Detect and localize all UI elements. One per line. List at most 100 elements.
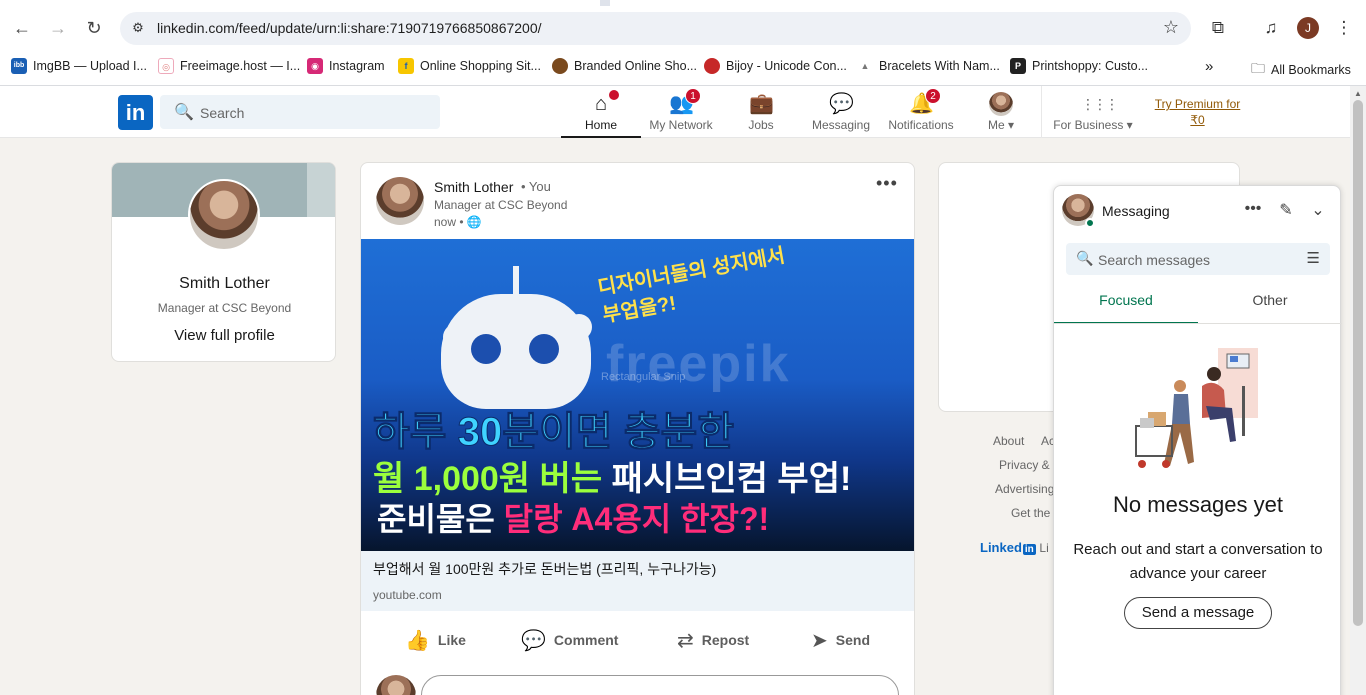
image-text-pink: 달랑 A4용지 한장?! (503, 501, 770, 537)
robot-antenna (513, 266, 529, 294)
site-info-icon[interactable]: ⚙ (129, 20, 147, 38)
nav-label: My Network (649, 118, 713, 132)
premium-price: ₹0 (1190, 113, 1205, 127)
nav-my-network[interactable]: 👥 1 My Network (641, 86, 721, 138)
printshoppy-icon: P (1010, 58, 1026, 74)
link-preview[interactable]: 부업해서 월 100만원 추가로 돈버는법 (프리픽, 누구나가능) youtu… (361, 551, 914, 611)
forward-icon[interactable]: → (46, 16, 70, 40)
search-icon: 🔍 (1076, 250, 1094, 266)
view-full-profile-link[interactable]: View full profile (112, 327, 335, 344)
filter-icon[interactable]: ☰ (1307, 249, 1320, 267)
link-title[interactable]: 부업해서 월 100만원 추가로 돈버는법 (프리픽, 누구나가능) (373, 559, 716, 579)
bookmarks-bar: ibb ImgBB — Upload I... ◎ Freeimage.host —… (0, 50, 1366, 86)
robot-eye (529, 334, 559, 364)
messaging-title[interactable]: Messaging (1102, 203, 1170, 219)
post-image[interactable]: 디자이너들의 성지에서 부업을?! freepik Rectangular Sn… (361, 239, 914, 551)
home-icon: ⌂ (589, 88, 621, 116)
browser-menu-icon[interactable]: ⋮ (1333, 18, 1355, 38)
bookmark-item[interactable]: ▲ Bracelets With Nam... (857, 58, 1000, 74)
comment-button[interactable]: 💬 Comment (521, 625, 618, 655)
search-messages-input[interactable]: 🔍 Search messages ☰ (1066, 243, 1330, 275)
post-time-text: now • (434, 215, 464, 229)
post-more-icon[interactable]: ••• (876, 173, 898, 194)
send-message-button[interactable]: Send a message (1124, 597, 1272, 629)
nav-jobs[interactable]: 💼 Jobs (721, 86, 801, 138)
bookmark-item[interactable]: f Online Shopping Sit... (398, 58, 541, 74)
more-bookmarks-chevron-icon[interactable]: » (1205, 58, 1213, 75)
link-domain: youtube.com (373, 588, 442, 602)
nav-notifications[interactable]: 🔔 2 Notifications (881, 86, 961, 138)
nav-label: Me (987, 118, 1005, 132)
address-bar[interactable]: ⚙ linkedin.com/feed/update/urn:li:share:… (120, 12, 1191, 45)
nav-divider (1041, 86, 1042, 138)
brand-shop-icon (552, 58, 568, 74)
chevron-down-icon: ▾ (1126, 118, 1133, 132)
footer-link-privacy[interactable]: Privacy & (999, 458, 1050, 472)
bookmark-star-icon[interactable]: ☆ (1163, 17, 1179, 38)
empty-state-title: No messages yet (1113, 492, 1283, 517)
post-author-name[interactable]: Smith Lother (434, 179, 513, 195)
post-timestamp: now • 🌐 (434, 215, 482, 229)
bookmark-item[interactable]: ◉ Instagram (307, 58, 385, 74)
image-headline-1: 하루 30분이면 충분한 (372, 410, 735, 455)
footer-brand-suffix: Li (1039, 541, 1049, 555)
nav-label: Jobs (748, 118, 774, 132)
online-status-dot (1085, 218, 1095, 228)
nav-messaging[interactable]: 💬 Messaging (801, 86, 881, 138)
search-icon: 🔍 (174, 104, 194, 121)
collapse-chevron-icon[interactable]: ⌄ (1308, 200, 1328, 220)
send-icon: ➤ (811, 629, 828, 652)
linkedin-logo-icon[interactable]: in (118, 95, 153, 130)
like-button[interactable]: 👍 Like (405, 625, 466, 655)
compose-icon[interactable]: ✎ (1276, 200, 1296, 220)
tabs-divider (1054, 323, 1342, 324)
footer-link-about[interactable]: About (993, 434, 1024, 448)
folder-icon: 🗀 (1251, 60, 1265, 76)
nav-home[interactable]: ⌂ Home (561, 86, 641, 138)
footer-brand-in: in (1022, 544, 1036, 555)
url-text[interactable]: linkedin.com/feed/update/urn:li:share:71… (157, 20, 542, 36)
grid-icon: ⋮⋮⋮ (1081, 96, 1119, 112)
send-button[interactable]: ➤ Send (811, 625, 870, 655)
notification-badge: 1 (685, 88, 701, 104)
scrollbar-thumb[interactable] (1353, 100, 1363, 626)
all-bookmarks-button[interactable]: 🗀 All Bookmarks (1251, 58, 1351, 82)
media-control-icon[interactable]: ♫ (1260, 18, 1282, 38)
footer-link-advertising[interactable]: Advertising (995, 482, 1054, 496)
footer-link-get-app[interactable]: Get the (1011, 506, 1050, 520)
linkedin-header: in 🔍 Search ⌂ Home 👥 1 My Network 💼 Jobs … (0, 86, 1350, 138)
extensions-icon[interactable]: ⧉ (1207, 18, 1229, 38)
reload-icon[interactable]: ↻ (82, 16, 106, 40)
bookmark-item[interactable]: P Printshoppy: Custo... (1010, 58, 1148, 74)
tab-focused[interactable]: Focused (1054, 288, 1198, 324)
page-scrollbar[interactable]: ▲ (1350, 86, 1366, 695)
bookmark-label: Instagram (329, 59, 385, 73)
footer-brand: Linked (980, 540, 1022, 555)
scroll-up-icon[interactable]: ▲ (1354, 89, 1362, 98)
nav-me[interactable]: Me ▾ (961, 86, 1041, 138)
robot-illustration (441, 266, 591, 409)
profile-avatar[interactable] (188, 179, 260, 251)
repost-button[interactable]: ⇄ Repost (677, 625, 749, 655)
imgbb-icon: ibb (11, 58, 27, 74)
messaging-more-icon[interactable]: ••• (1243, 200, 1263, 218)
post-author-avatar[interactable] (376, 177, 424, 225)
bookmark-item[interactable]: Branded Online Sho... (552, 58, 697, 74)
bookmark-label: Freeimage.host — I... (180, 59, 301, 73)
try-premium-link[interactable]: Try Premium for ₹0 (1150, 96, 1245, 128)
bookmark-item[interactable]: ibb ImgBB — Upload I... (11, 58, 147, 74)
search-input[interactable]: 🔍 Search (160, 95, 440, 129)
profile-name[interactable]: Smith Lother (112, 275, 335, 293)
robot-eye (471, 334, 501, 364)
premium-label: Try Premium for (1154, 97, 1241, 111)
instagram-icon: ◉ (307, 58, 323, 74)
browser-profile-avatar[interactable]: J (1297, 17, 1319, 39)
back-icon[interactable]: ← (10, 16, 34, 40)
bookmark-item[interactable]: Bijoy - Unicode Con... (704, 58, 847, 74)
tab-other[interactable]: Other (1198, 288, 1342, 324)
comment-icon: 💬 (521, 629, 546, 652)
bookmark-item[interactable]: ◎ Freeimage.host — I... (158, 58, 300, 74)
comment-input[interactable] (421, 675, 899, 695)
nav-for-business[interactable]: ⋮⋮⋮ For Business ▾ (1053, 86, 1133, 138)
profile-card: Smith Lother Manager at CSC Beyond View … (111, 162, 336, 362)
